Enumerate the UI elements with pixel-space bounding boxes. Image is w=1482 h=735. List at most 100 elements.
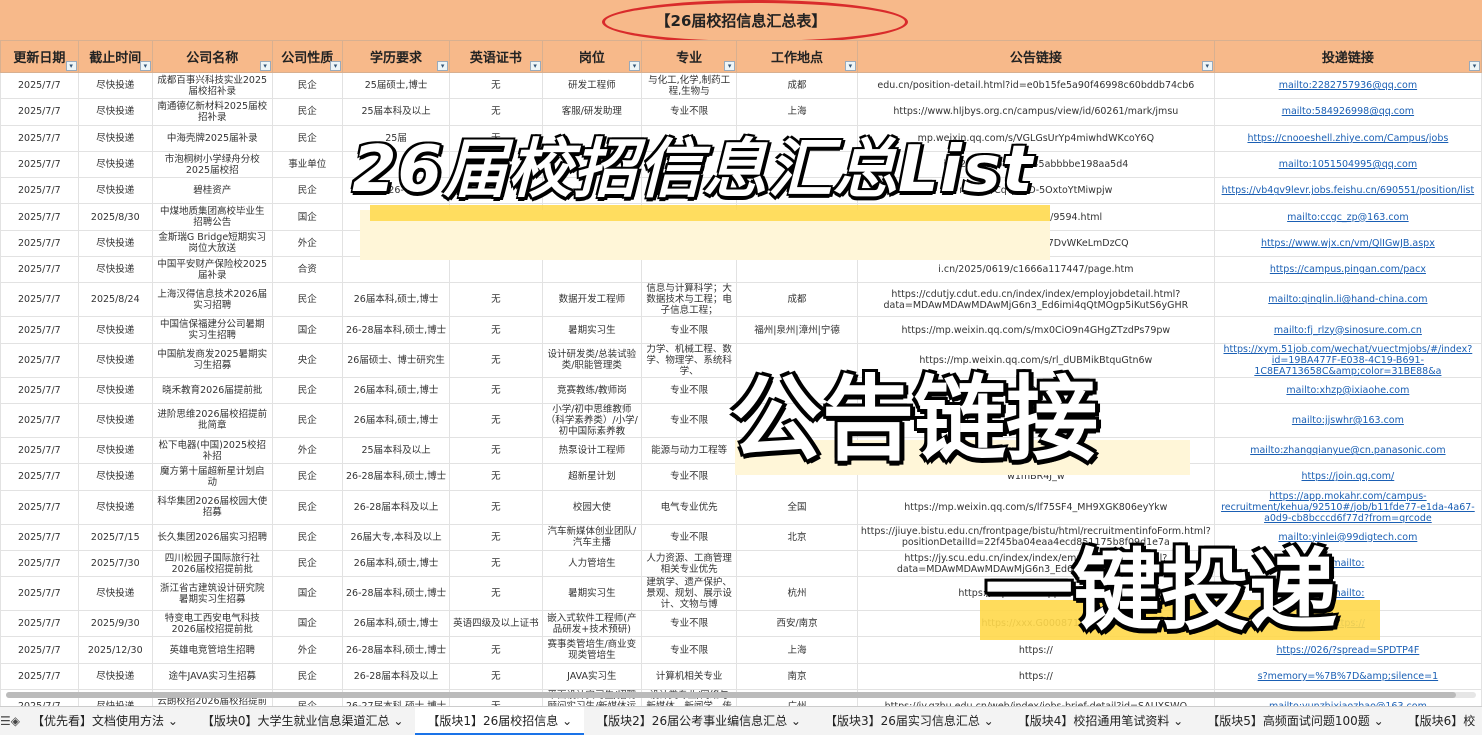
table-cell[interactable]: 26届本科,硕士,博士 xyxy=(341,282,451,318)
column-header[interactable]: 公告链接 ▾ xyxy=(856,40,1215,73)
table-cell[interactable]: 科华集团2026届校园大使招募 xyxy=(151,489,273,525)
table-cell[interactable]: edu.cn/position-detail.html?id=e0b15fe5a… xyxy=(856,71,1215,100)
table-cell[interactable]: 人力管培生 xyxy=(541,549,643,578)
table-cell[interactable]: 力学、机械工程、数学、物理学、系统科学、 xyxy=(641,342,738,378)
table-cell[interactable]: 长久集团2026届实习招聘 xyxy=(151,523,273,551)
table-cell[interactable]: 浙江省古建筑设计研究院暑期实习生招募 xyxy=(151,576,273,612)
table-cell[interactable]: https://cdutjy.cdut.edu.cn/index/index/e… xyxy=(856,282,1215,318)
table-cell[interactable]: 2025/7/7 xyxy=(0,256,79,284)
filter-icon[interactable]: ▾ xyxy=(437,61,449,71)
table-cell[interactable] xyxy=(736,549,858,578)
table-cell[interactable]: 无 xyxy=(449,402,543,438)
filter-icon[interactable]: ▾ xyxy=(1201,61,1213,71)
table-cell[interactable]: 26届本科,硕士,博士 xyxy=(341,610,451,638)
table-cell[interactable]: 25届本科及以上 xyxy=(341,436,451,465)
table-cell[interactable]: https://join.qq.com/ xyxy=(1213,463,1482,491)
table-cell[interactable]: 英雄电竞管培生招聘 xyxy=(151,636,273,664)
table-cell[interactable]: 尽快投递 xyxy=(77,316,153,344)
table-cell[interactable]: i.cn/2025/0619/c1666a117447/page.htm xyxy=(856,256,1215,284)
table-cell[interactable]: 小学/初中思维教师（科学素养类）/小学/初中国际素养教 xyxy=(541,402,643,438)
table-cell[interactable]: https:// xyxy=(856,662,1215,691)
table-cell[interactable]: 无 xyxy=(449,342,543,378)
table-cell[interactable]: 2025/8/24 xyxy=(77,282,153,318)
table-cell[interactable]: 晓禾教育2026届提前批 xyxy=(151,376,273,404)
table-cell[interactable]: 无 xyxy=(449,523,543,551)
table-cell[interactable]: 民企 xyxy=(271,463,343,491)
table-cell[interactable]: 专业不限 xyxy=(641,523,738,551)
table-cell[interactable]: 2025/7/7 xyxy=(0,402,79,438)
table-cell[interactable]: 碧桂资产 xyxy=(151,177,273,205)
table-cell[interactable]: 2025/7/7 xyxy=(0,636,79,664)
table-cell[interactable]: 成都 xyxy=(736,282,858,318)
table-cell[interactable]: 民企 xyxy=(271,402,343,438)
sheet-tab[interactable]: 【版块1】26届校招信息 ⌄ xyxy=(415,707,585,735)
table-cell[interactable]: 研发工程师 xyxy=(541,71,643,100)
table-cell[interactable]: 民企 xyxy=(271,124,343,152)
table-cell[interactable]: 专业不限 xyxy=(641,376,738,404)
table-cell[interactable] xyxy=(641,256,738,284)
sheet-tab[interactable]: 【版块6】校 xyxy=(1396,707,1482,735)
filter-icon[interactable]: ▾ xyxy=(844,61,856,71)
table-cell[interactable]: 外企 xyxy=(271,636,343,664)
table-cell[interactable]: 2025/7/7 xyxy=(0,150,79,179)
table-cell[interactable]: https://mp.weixin.qq.com/s/lf75SF4_MH9XG… xyxy=(856,489,1215,525)
table-cell[interactable]: 26届本科,硕士,博士 xyxy=(341,376,451,404)
table-cell[interactable]: 福州|泉州|漳州|宁德 xyxy=(736,316,858,344)
table-cell[interactable]: 计算机相关专业 xyxy=(641,662,738,691)
table-cell[interactable]: 四川松园子国际旅行社2026届校招提前批 xyxy=(151,549,273,578)
table-cell[interactable]: 专业不限 xyxy=(641,610,738,638)
table-cell[interactable]: 松下电器(中国)2025校招补招 xyxy=(151,436,273,465)
filter-icon[interactable]: ▾ xyxy=(329,61,341,71)
table-cell[interactable]: 上海汉得信息技术2026届实习招聘 xyxy=(151,282,273,318)
table-cell[interactable]: 特变电工西安电气科技2026届校招提前批 xyxy=(151,610,273,638)
table-cell[interactable]: 能源与动力工程等 xyxy=(641,436,738,465)
table-cell[interactable]: s?memory=%7B%7D&amp;silence=1 xyxy=(1213,662,1482,691)
table-cell[interactable]: 南通德亿新材料2025届校招补录 xyxy=(151,98,273,126)
table-cell[interactable]: https://cnooeshell.zhiye.com/Campus/jobs xyxy=(1213,124,1482,152)
column-header[interactable]: 投递链接 ▾ xyxy=(1213,40,1482,73)
table-cell[interactable]: 2025/8/30 xyxy=(77,203,153,231)
table-cell[interactable]: 无 xyxy=(449,71,543,100)
table-cell[interactable] xyxy=(541,256,643,284)
table-cell[interactable]: 国企 xyxy=(271,610,343,638)
table-cell[interactable]: 金斯瑞G Bridge短期实习岗位大放送 xyxy=(151,229,273,258)
table-cell[interactable]: 2025/7/15 xyxy=(77,523,153,551)
column-header[interactable]: 学历要求 ▾ xyxy=(341,40,451,73)
table-cell[interactable]: https://app.mokahr.com/campus-recruitmen… xyxy=(1213,489,1482,525)
table-cell[interactable]: 中国平安财产保险校2025届补录 xyxy=(151,256,273,284)
table-cell[interactable]: 中国航发商发2025暑期实习生招募 xyxy=(151,342,273,378)
table-cell[interactable]: 尽快投递 xyxy=(77,342,153,378)
table-cell[interactable]: mailto:ccgc_zp@163.com xyxy=(1213,203,1482,231)
table-cell[interactable]: 尽快投递 xyxy=(77,489,153,525)
table-cell[interactable]: https://campus.pingan.com/pacx xyxy=(1213,256,1482,284)
table-cell[interactable]: 专业不限 xyxy=(641,402,738,438)
table-cell[interactable]: 无 xyxy=(449,463,543,491)
table-cell[interactable]: 热泵设计工程师 xyxy=(541,436,643,465)
table-cell[interactable]: 2025/7/7 xyxy=(0,71,79,100)
column-header[interactable]: 更新日期 ▾ xyxy=(0,40,79,73)
table-cell[interactable]: https://vb4gv9levr.jobs.feishu.cn/690551… xyxy=(1213,177,1482,205)
table-cell[interactable]: 民企 xyxy=(271,282,343,318)
table-cell[interactable]: 2025/7/7 xyxy=(0,436,79,465)
table-cell[interactable]: 尽快投递 xyxy=(77,229,153,258)
table-cell[interactable]: 途牛JAVA实习生招募 xyxy=(151,662,273,691)
table-cell[interactable]: 市泡桐树小学绿舟分校2025届校招 xyxy=(151,150,273,179)
table-cell[interactable]: 杭州 xyxy=(736,576,858,612)
table-cell[interactable]: 2025/7/7 xyxy=(0,662,79,691)
table-cell[interactable]: 国企 xyxy=(271,316,343,344)
table-cell[interactable]: 2025/12/30 xyxy=(77,636,153,664)
table-cell[interactable]: 国企 xyxy=(271,203,343,231)
table-cell[interactable]: 尽快投递 xyxy=(77,124,153,152)
table-cell[interactable]: 尽快投递 xyxy=(77,436,153,465)
table-cell[interactable]: 专业不限 xyxy=(641,636,738,664)
table-cell[interactable]: 外企 xyxy=(271,229,343,258)
table-cell[interactable]: 暑期实习生 xyxy=(541,576,643,612)
table-cell[interactable]: 竞赛教练/教师岗 xyxy=(541,376,643,404)
table-cell[interactable]: mailto:qinglin.li@hand-china.com xyxy=(1213,282,1482,318)
table-cell[interactable]: https://mp.weixin.qq.com/s/mx0CiO9n4GHgZ… xyxy=(856,316,1215,344)
table-cell[interactable]: 数据开发工程师 xyxy=(541,282,643,318)
table-cell[interactable]: 2025/7/7 xyxy=(0,177,79,205)
sheet-tab[interactable]: 【版块5】高频面试问题100题 ⌄ xyxy=(1195,707,1395,735)
table-cell[interactable]: 尽快投递 xyxy=(77,150,153,179)
column-header[interactable]: 公司性质 ▾ xyxy=(271,40,343,73)
